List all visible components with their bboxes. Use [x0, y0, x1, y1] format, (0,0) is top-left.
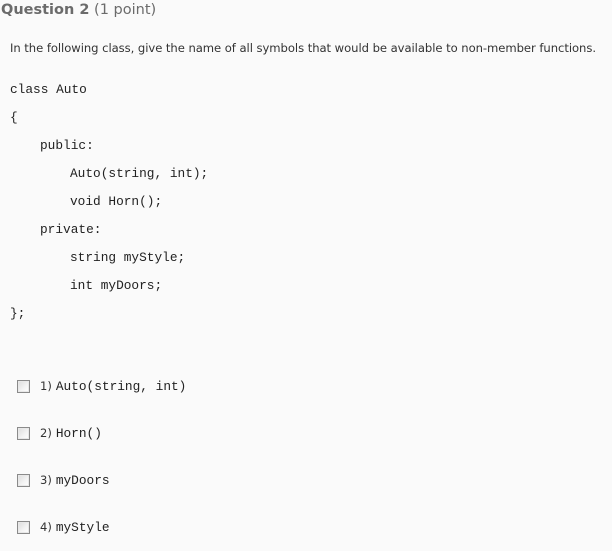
option-number: 2): [40, 426, 52, 440]
option-4-checkbox[interactable]: [17, 520, 30, 534]
option-1-checkbox[interactable]: [17, 379, 30, 393]
option-1[interactable]: 1) Auto(string, int): [17, 378, 186, 394]
code-line: class Auto: [10, 82, 87, 97]
option-text: myStyle: [55, 519, 110, 535]
question-header: Question 2 (1 point): [1, 2, 156, 18]
option-3-checkbox[interactable]: [17, 473, 30, 487]
code-line: int myDoors;: [70, 278, 163, 293]
question-points: (1 point): [94, 2, 157, 18]
option-number: 3): [40, 473, 52, 487]
code-line: {: [10, 110, 18, 125]
option-2[interactable]: 2) Horn(): [17, 425, 102, 441]
option-3[interactable]: 3) myDoors: [17, 472, 110, 488]
code-line: private:: [40, 222, 102, 237]
code-line: void Horn();: [70, 194, 163, 209]
option-number: 1): [40, 379, 52, 393]
question-number: Question 2: [1, 2, 90, 18]
code-line: };: [10, 306, 26, 321]
code-line: public:: [40, 138, 94, 153]
option-text: myDoors: [55, 472, 110, 488]
code-line: string myStyle;: [70, 250, 186, 265]
option-2-checkbox[interactable]: [17, 426, 30, 440]
code-line: Auto(string, int);: [70, 166, 209, 181]
option-number: 4): [40, 520, 52, 534]
option-4[interactable]: 4) myStyle: [17, 519, 110, 535]
question-prompt: In the following class, give the name of…: [10, 41, 596, 55]
option-text: Auto(string, int): [55, 378, 187, 394]
option-text: Horn(): [55, 425, 102, 441]
